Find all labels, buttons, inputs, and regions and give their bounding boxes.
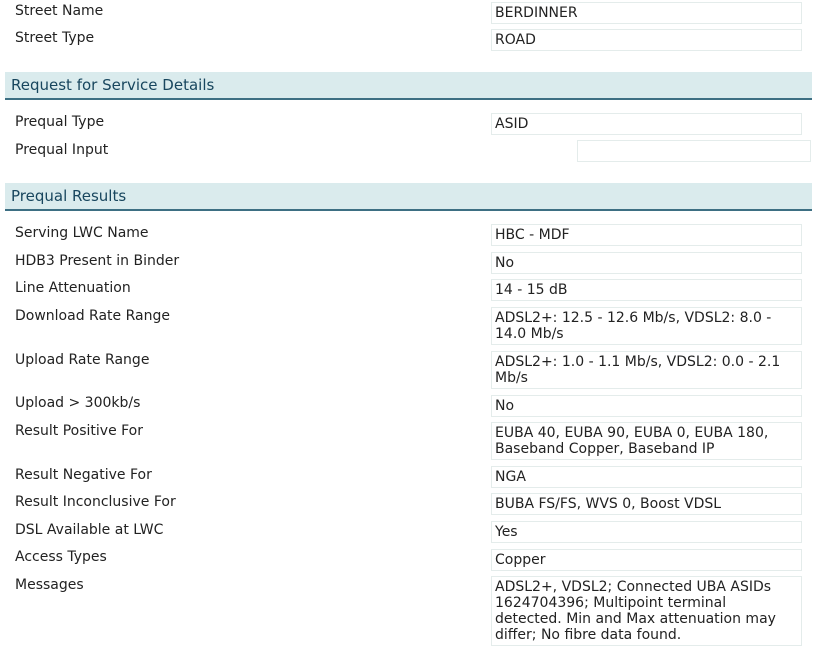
results-section-header: Prequal Results [5,183,812,211]
result-label: HDB3 Present in Binder [15,253,180,269]
result-label: Result Inconclusive For [15,494,176,510]
request-section-header: Request for Service Details [5,72,812,100]
prequal-input-value [577,140,811,162]
result-label: Serving LWC Name [15,225,149,241]
street-type-label: Street Type [15,30,95,46]
result-label: Result Positive For [15,423,144,439]
result-label: DSL Available at LWC [15,522,164,538]
result-value: BUBA FS/FS, WVS 0, Boost VDSL [491,493,802,515]
result-value: No [491,395,802,417]
result-value: NGA [491,466,802,488]
result-label: Upload Rate Range [15,352,150,368]
results-section-title: Prequal Results [11,187,127,205]
prequal-input-label: Prequal Input [15,142,109,158]
prequal-type-value: ASID [491,113,802,135]
result-value: Copper [491,549,802,571]
result-label: Result Negative For [15,467,152,483]
request-section-title: Request for Service Details [11,76,215,94]
prequal-type-label: Prequal Type [15,114,105,130]
result-value: No [491,252,802,274]
result-label: Line Attenuation [15,280,131,296]
messages-value: ADSL2+, VDSL2; Connected UBA ASIDs 16247… [491,576,802,646]
result-value: ADSL2+: 1.0 - 1.1 Mb/s, VDSL2: 0.0 - 2.1… [491,351,802,389]
result-value: HBC - MDF [491,224,802,246]
result-label: Messages [15,577,84,593]
prequal-page: { "address": { "street_name_label": "Str… [0,0,829,661]
result-value: EUBA 40, EUBA 90, EUBA 0, EUBA 180, Base… [491,422,802,460]
result-value: Yes [491,521,802,543]
street-name-label: Street Name [15,3,104,19]
result-value: ADSL2+: 12.5 - 12.6 Mb/s, VDSL2: 8.0 - 1… [491,307,802,345]
street-name-value: BERDINNER [491,2,802,24]
street-type-value: ROAD [491,29,802,51]
result-label: Access Types [15,549,107,565]
result-label: Upload > 300kb/s [15,395,141,411]
result-value: 14 - 15 dB [491,279,802,301]
result-label: Download Rate Range [15,308,170,324]
